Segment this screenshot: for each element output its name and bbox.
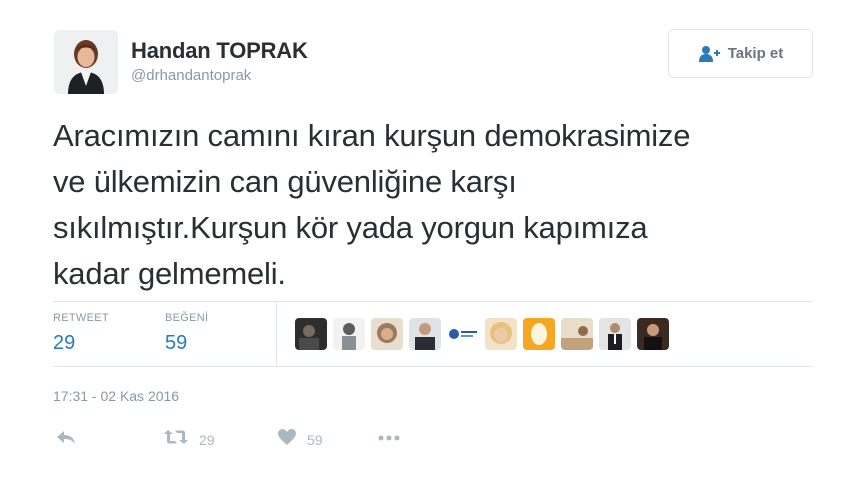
likers-avatars bbox=[295, 318, 669, 350]
liker-avatar[interactable] bbox=[447, 318, 479, 350]
tweet-card: Handan TOPRAK @drhandantoprak Takip et A… bbox=[0, 0, 860, 480]
like-count: 59 bbox=[307, 431, 323, 448]
stats-vertical-divider bbox=[276, 302, 277, 366]
follow-person-plus-icon bbox=[698, 45, 720, 63]
likes-stat-label: BEĞENİ bbox=[165, 312, 209, 324]
reply-icon bbox=[55, 428, 77, 451]
liker-avatar[interactable] bbox=[599, 318, 631, 350]
liker-avatar[interactable] bbox=[485, 318, 517, 350]
follow-button[interactable]: Takip et bbox=[668, 29, 813, 78]
liker-avatar[interactable] bbox=[637, 318, 669, 350]
liker-avatar[interactable] bbox=[333, 318, 365, 350]
like-button[interactable]: 59 bbox=[277, 428, 323, 451]
retweet-stat[interactable]: RETWEET 29 bbox=[53, 312, 109, 355]
retweet-stat-label: RETWEET bbox=[53, 312, 109, 324]
heart-icon bbox=[277, 428, 297, 451]
stats-divider-top bbox=[53, 301, 813, 302]
retweet-button[interactable]: 29 bbox=[163, 428, 215, 451]
retweet-count: 29 bbox=[199, 431, 215, 448]
tweet-timestamp[interactable]: 17:31 - 02 Kas 2016 bbox=[53, 388, 179, 404]
user-handle[interactable]: @drhandantoprak bbox=[131, 67, 251, 84]
avatar[interactable] bbox=[54, 30, 118, 94]
tweet-text: Aracımızın camını kıran kurşun demokrasi… bbox=[53, 113, 833, 297]
liker-avatar[interactable] bbox=[409, 318, 441, 350]
tweet-text-line: kadar gelmemeli. bbox=[53, 256, 286, 291]
likes-stat[interactable]: BEĞENİ 59 bbox=[165, 312, 208, 355]
avatar-image bbox=[54, 30, 118, 94]
more-button[interactable] bbox=[377, 428, 401, 451]
likes-stat-value: 59 bbox=[165, 332, 188, 354]
follow-button-label: Takip et bbox=[727, 45, 784, 62]
stats-divider-bottom bbox=[53, 366, 813, 367]
retweet-stat-value: 29 bbox=[53, 332, 76, 354]
liker-avatar[interactable] bbox=[295, 318, 327, 350]
tweet-text-line: sıkılmıştır.Kurşun kör yada yorgun kapım… bbox=[53, 210, 648, 245]
liker-avatar[interactable] bbox=[523, 318, 555, 350]
tweet-text-line: ve ülkemizin can güvenliğine karşı bbox=[53, 164, 517, 199]
liker-avatar[interactable] bbox=[371, 318, 403, 350]
retweet-icon bbox=[163, 428, 189, 451]
reply-button[interactable] bbox=[55, 428, 77, 451]
liker-avatar[interactable] bbox=[561, 318, 593, 350]
more-dots-icon bbox=[377, 428, 401, 451]
tweet-text-line: Aracımızın camını kıran kurşun demokrasi… bbox=[53, 118, 691, 153]
user-name[interactable]: Handan TOPRAK bbox=[131, 38, 308, 64]
